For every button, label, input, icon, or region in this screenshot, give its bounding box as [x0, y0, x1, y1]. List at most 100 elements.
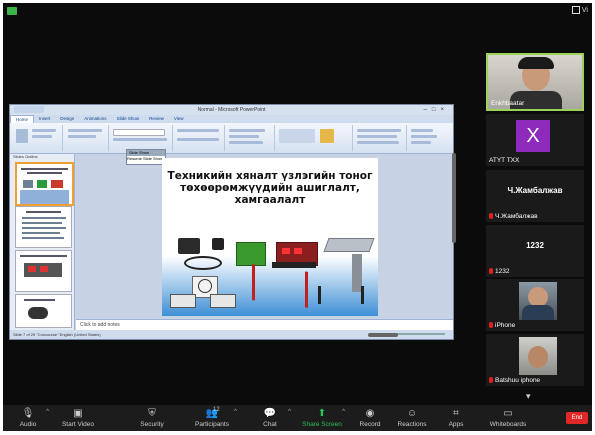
slide-show-dropdown[interactable]: Slide Show Resume Slide Show	[126, 149, 166, 165]
participant-tile[interactable]: Enkhbaatar	[486, 53, 584, 111]
share-screen-button[interactable]: ⬆ Share Screen ^	[295, 405, 349, 428]
mic-muted-icon	[489, 213, 493, 219]
window-controls: –□×	[423, 107, 449, 113]
participants-label: Participants	[195, 421, 229, 428]
participants-button[interactable]: 👥 12 Participants ^	[183, 405, 241, 428]
security-shield-icon[interactable]	[7, 7, 17, 15]
vertical-scrollbar[interactable]	[452, 153, 456, 243]
slide-thumbnail[interactable]	[15, 250, 72, 292]
slide-title: Техникийн хяналт үзлэгийн тоног төхөөрөм…	[167, 170, 373, 206]
ribbon-group-drawing	[276, 125, 353, 151]
participant-name: 1232	[489, 268, 509, 275]
whiteboards-button[interactable]: ▭ Whiteboards	[481, 405, 535, 428]
chevron-up-icon[interactable]: ^	[234, 409, 237, 415]
slide-thumbnail[interactable]	[15, 162, 74, 206]
ppt-status-text: Slide 7 of 29 "Concourse" English (Unite…	[13, 332, 101, 337]
reactions-button[interactable]: ☺ Reactions	[387, 405, 437, 428]
security-label: Security	[140, 421, 164, 428]
ppt-tab-view: View	[173, 116, 184, 121]
equipment-cable-image	[184, 256, 222, 270]
participant-body	[522, 305, 554, 320]
zoom-slider	[395, 333, 445, 335]
participants-count: 12	[213, 407, 220, 413]
participant-tile[interactable]: iPhone	[486, 279, 584, 331]
ribbon-group-text-direction	[226, 125, 275, 151]
zoom-meeting-window: Vi Normal - Microsoft PowerPoint –□× Hom…	[3, 3, 592, 431]
equipment-sensor-image	[212, 238, 224, 250]
apps-button[interactable]: ⌗ Apps	[431, 405, 481, 428]
video-off-icon: ▣	[73, 408, 83, 419]
participant-display-name: Ч.Жамбалжав	[507, 186, 563, 195]
participant-name: iPhone	[489, 322, 515, 329]
participant-name: Batshuu iphone	[489, 377, 540, 384]
shield-icon: ⛨	[148, 408, 156, 419]
ppt-tab-animations: Animations	[84, 116, 107, 121]
whiteboards-label: Whiteboards	[489, 421, 527, 428]
slide-thumbnail-pane: Slides Outline	[10, 154, 75, 330]
chevron-up-icon[interactable]: ^	[288, 409, 291, 415]
audio-button[interactable]: 🎙 Audio ^	[3, 405, 53, 428]
ppt-tab-home: Home	[10, 115, 35, 123]
participant-face	[528, 346, 548, 368]
end-meeting-button[interactable]: End	[566, 412, 588, 424]
mic-muted-icon	[489, 377, 493, 383]
apps-label: Apps	[448, 421, 464, 428]
reactions-icon: ☺	[406, 408, 418, 419]
ppt-workspace: Slides Outline Slide Show Resume Slide S…	[10, 149, 453, 330]
participant-name: Ч.Жамбалжав	[489, 213, 538, 220]
resume-slide-show-item[interactable]: Resume Slide Show	[127, 156, 165, 161]
mic-muted-icon	[489, 268, 493, 274]
ppt-window-title: Normal - Microsoft PowerPoint	[197, 107, 266, 113]
lift-platform	[272, 262, 316, 268]
ppt-tab-slide-show: Slide Show	[116, 116, 140, 121]
ribbon-group-clipboard	[12, 125, 63, 151]
notes-pane[interactable]: Click to add notes	[76, 319, 453, 330]
ppt-tab-review: Review	[149, 116, 164, 121]
grid-view-icon	[571, 6, 580, 14]
participant-face	[528, 287, 548, 307]
participant-tile[interactable]: 1232 1232	[486, 225, 584, 277]
participant-display-name: 1232	[526, 241, 544, 250]
participant-name: Enkhbaatar	[491, 100, 525, 107]
chat-button[interactable]: 💬 Chat ^	[245, 405, 295, 428]
equipment-box-image	[170, 294, 196, 308]
start-video-button[interactable]: ▣ Start Video	[53, 405, 103, 428]
ppt-tab-insert: Insert	[39, 116, 51, 121]
equipment-stand-base-image	[318, 286, 364, 304]
equipment-scissor-lift-image	[252, 264, 308, 308]
participant-tile[interactable]: Ч.Жамбалжав Ч.Жамбалжав	[486, 170, 584, 222]
display-light-1	[282, 248, 290, 254]
ribbon-group-shape-styles	[354, 125, 407, 151]
mic-muted-icon	[489, 322, 493, 328]
avatar: X	[516, 120, 550, 152]
equipment-gas-analyzer-image	[236, 242, 266, 266]
equipment-brake-plate-image	[323, 238, 375, 252]
participant-tile[interactable]: Batshuu iphone	[486, 334, 584, 386]
chevron-up-icon[interactable]: ^	[46, 409, 49, 415]
meeting-toolbar: 🎙 Audio ^ ▣ Start Video ⛨ Security 👥 12 …	[3, 405, 592, 431]
ribbon-group-slides	[64, 125, 109, 151]
equipment-tester-image	[178, 238, 200, 254]
reactions-label: Reactions	[397, 421, 427, 428]
share-screen-icon: ⬆	[317, 408, 327, 419]
participant-hair	[518, 57, 554, 69]
start-video-label: Start Video	[61, 421, 95, 428]
apps-icon: ⌗	[453, 408, 459, 419]
ppt-ribbon	[10, 123, 453, 154]
shared-screen-powerpoint: Normal - Microsoft PowerPoint –□× Home I…	[9, 104, 454, 340]
gauge-dial	[198, 279, 212, 293]
chevron-down-icon[interactable]: ▾	[526, 391, 531, 402]
slide-thumbnail[interactable]	[15, 206, 72, 248]
view-button[interactable]: Vi	[571, 6, 588, 14]
participants-icon: 👥	[205, 408, 219, 419]
slide-thumbnail[interactable]	[15, 294, 72, 328]
horizontal-scrollbar[interactable]	[368, 333, 398, 337]
whiteboard-icon: ▭	[503, 408, 513, 419]
security-button[interactable]: ⛨ Security	[127, 405, 177, 428]
ribbon-group-paragraph	[174, 125, 225, 151]
participant-tile[interactable]: X ATYT TXX	[486, 114, 584, 166]
ppt-tab-design: Design	[60, 116, 75, 121]
share-screen-label: Share Screen	[302, 421, 342, 428]
quick-access-toolbar	[14, 106, 44, 113]
ribbon-group-font	[110, 125, 173, 151]
